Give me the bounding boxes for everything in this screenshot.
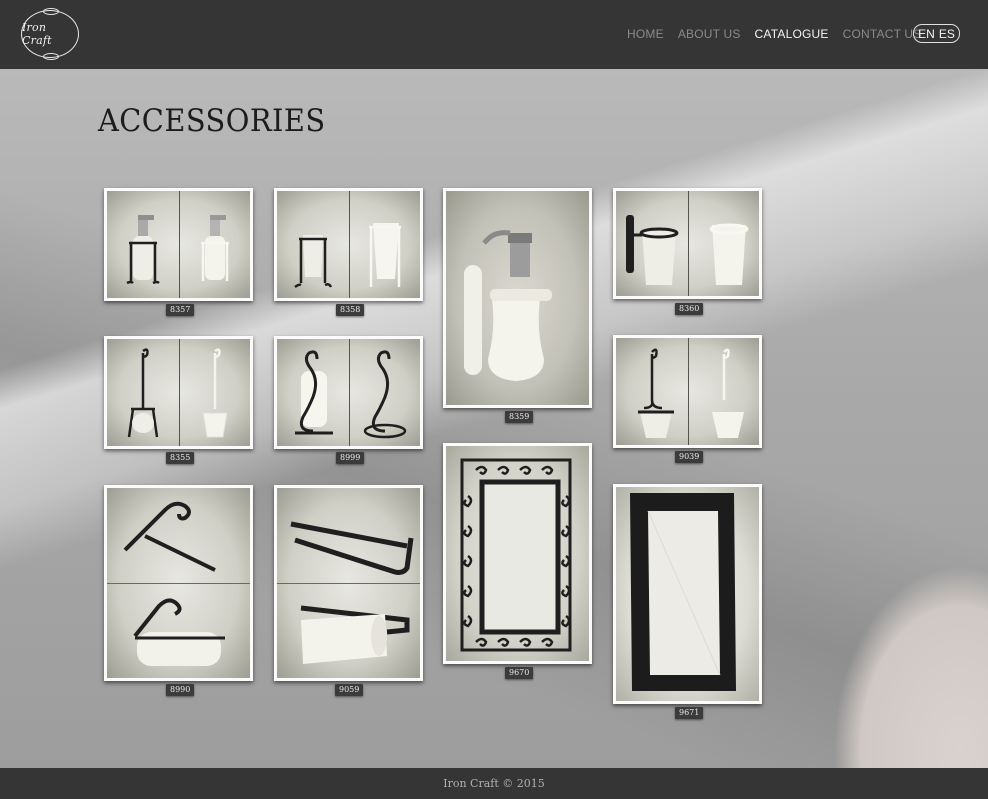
product-code: 8357 (166, 304, 195, 316)
language-switcher: EN ES (913, 24, 960, 43)
soap-dispenser-icon (126, 215, 229, 285)
site-footer: Iron Craft © 2015 (0, 768, 988, 799)
towel-bar-icon (290, 521, 414, 664)
product-photo (107, 488, 250, 678)
product-code: 8359 (505, 411, 534, 423)
copyright-text: Iron Craft © 2015 (443, 777, 545, 790)
site-header: Iron Craft HOME ABOUT US CATALOGUE CONTA… (0, 0, 988, 69)
product-code: 9670 (505, 667, 534, 679)
product-code: 8358 (336, 304, 365, 316)
paper-roll-stand-icon (295, 350, 407, 439)
tumbler-holder-icon (294, 223, 401, 289)
product-photo (616, 191, 759, 296)
lang-en[interactable]: EN (918, 27, 935, 41)
nav-contact-us[interactable]: CONTACT US (843, 27, 922, 41)
standing-toilet-brush-icon (127, 348, 228, 438)
product-code: 9671 (675, 707, 704, 719)
product-photo (107, 191, 250, 298)
product-photo (277, 191, 420, 298)
wall-soap-dispenser-icon (464, 230, 552, 381)
product-photo (446, 191, 589, 405)
product-code: 9059 (335, 684, 364, 696)
product-photo (446, 446, 589, 661)
product-photo (277, 488, 420, 678)
lang-es[interactable]: ES (939, 27, 955, 41)
page-title: ACCESSORIES (98, 103, 326, 139)
paper-towel-holder-icon (123, 501, 225, 666)
iron-craft-logo[interactable]: Iron Craft (21, 8, 79, 60)
product-photo (616, 338, 759, 445)
scroll-mirror-icon (460, 458, 572, 652)
product-photo (277, 339, 420, 446)
product-code: 8355 (166, 452, 195, 464)
nav-about-us[interactable]: ABOUT US (678, 27, 741, 41)
main-nav: HOME ABOUT US CATALOGUE CONTACT US (627, 27, 936, 41)
nav-home[interactable]: HOME (627, 27, 664, 41)
framed-mirror-icon (630, 493, 736, 691)
logo-text: Iron Craft (22, 21, 52, 47)
product-code: 8360 (675, 303, 704, 315)
product-code: 8999 (336, 452, 365, 464)
product-code: 8990 (166, 684, 195, 696)
wall-toilet-brush-icon (638, 348, 744, 438)
product-photo (616, 487, 759, 701)
nav-catalogue[interactable]: CATALOGUE (755, 27, 829, 41)
product-photo (107, 339, 250, 446)
product-code: 9039 (675, 451, 704, 463)
wall-tumbler-holder-icon (626, 215, 749, 285)
